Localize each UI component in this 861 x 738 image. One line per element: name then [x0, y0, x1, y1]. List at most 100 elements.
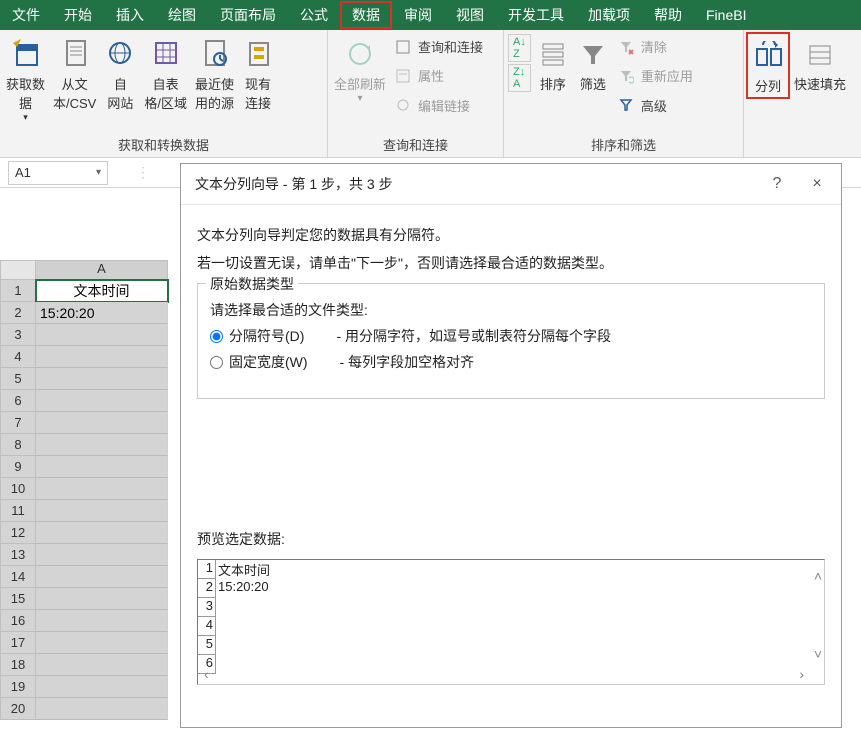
menu-FineBI[interactable]: FineBI: [694, 0, 758, 30]
properties-button[interactable]: 属性: [390, 64, 487, 87]
cell[interactable]: [36, 346, 168, 368]
row-header[interactable]: 5: [0, 368, 36, 390]
menu-文件[interactable]: 文件: [0, 0, 52, 30]
cell[interactable]: [36, 324, 168, 346]
cell[interactable]: [36, 676, 168, 698]
sort-desc-button[interactable]: Z↓A: [508, 64, 531, 92]
existing-connections-button-icon: [242, 34, 274, 74]
cell[interactable]: [36, 478, 168, 500]
menu-插入[interactable]: 插入: [104, 0, 156, 30]
cell[interactable]: [36, 456, 168, 478]
menu-绘图[interactable]: 绘图: [156, 0, 208, 30]
menu-视图[interactable]: 视图: [444, 0, 496, 30]
cell[interactable]: [36, 368, 168, 390]
row-header[interactable]: 2: [0, 302, 36, 324]
edit-links-button[interactable]: 编辑链接: [390, 94, 487, 117]
row-header[interactable]: 6: [0, 390, 36, 412]
name-box[interactable]: A1 ▾: [8, 161, 108, 185]
row-header[interactable]: 8: [0, 434, 36, 456]
sort-label: 排序: [540, 74, 566, 93]
preview-frame: 1文本时间215:20:203456 ˄ ˅ ‹ ›: [197, 559, 825, 685]
close-button[interactable]: ×: [807, 175, 827, 193]
row-header[interactable]: 19: [0, 676, 36, 698]
cell[interactable]: [36, 522, 168, 544]
menu-帮助[interactable]: 帮助: [642, 0, 694, 30]
cell[interactable]: [36, 434, 168, 456]
delimited-radio-input[interactable]: [210, 330, 223, 343]
cell[interactable]: [36, 654, 168, 676]
row-header[interactable]: 7: [0, 412, 36, 434]
sort-dialog-icon: [537, 34, 569, 74]
from-web-button[interactable]: 自网站: [100, 32, 140, 114]
column-header-a[interactable]: A: [36, 260, 168, 280]
cell[interactable]: [36, 588, 168, 610]
row-header[interactable]: 12: [0, 522, 36, 544]
row-header[interactable]: 1: [0, 280, 36, 302]
row-header[interactable]: 9: [0, 456, 36, 478]
sort-asc-button[interactable]: A↓Z: [508, 34, 531, 62]
from-text-csv-button[interactable]: 从文本/CSV: [49, 32, 100, 114]
from-table-range-button[interactable]: 自表格/区域: [140, 32, 191, 114]
scroll-down-icon[interactable]: ˅: [814, 646, 822, 662]
cell[interactable]: 15:20:20: [36, 302, 168, 324]
scroll-right-icon[interactable]: ›: [799, 666, 804, 682]
row-header[interactable]: 13: [0, 544, 36, 566]
original-data-type-fieldset: 原始数据类型 请选择最合适的文件类型: 分隔符号(D) - 用分隔字符，如逗号或…: [197, 283, 825, 399]
fixed-width-radio[interactable]: 固定宽度(W): [210, 352, 308, 372]
name-box-value: A1: [15, 165, 31, 180]
dialog-intro-1: 文本分列向导判定您的数据具有分隔符。: [197, 225, 825, 245]
menu-bar: 文件开始插入绘图页面布局公式数据审阅视图开发工具加载项帮助FineBI: [0, 0, 861, 30]
menu-开发工具[interactable]: 开发工具: [496, 0, 576, 30]
scroll-left-icon[interactable]: ‹: [204, 666, 209, 682]
row-header[interactable]: 14: [0, 566, 36, 588]
filter-label: 筛选: [580, 74, 606, 93]
get-data-button[interactable]: 获取数据▾: [2, 32, 49, 125]
row-header[interactable]: 11: [0, 500, 36, 522]
chevron-down-icon[interactable]: ▾: [96, 167, 101, 178]
advanced-button[interactable]: 高级: [613, 94, 697, 117]
scroll-up-icon[interactable]: ˄: [814, 568, 822, 584]
cell[interactable]: [36, 610, 168, 632]
text-to-columns-button[interactable]: 分列: [746, 32, 790, 99]
help-button[interactable]: ?: [767, 175, 787, 193]
select-all-corner[interactable]: [0, 260, 36, 280]
row-header[interactable]: 16: [0, 610, 36, 632]
cell[interactable]: [36, 566, 168, 588]
reapply-button[interactable]: 重新应用: [613, 64, 697, 87]
row-header[interactable]: 18: [0, 654, 36, 676]
clear-button[interactable]: 清除: [613, 35, 697, 58]
text-to-columns-icon: [752, 36, 784, 76]
sort-button[interactable]: 排序: [533, 32, 573, 95]
existing-connections-button[interactable]: 现有连接: [238, 32, 278, 114]
from-table-range-button-icon: [150, 34, 182, 74]
recent-sources-button[interactable]: 最近使用的源: [191, 32, 238, 114]
ribbon-group-label: 排序和筛选: [506, 133, 741, 157]
menu-公式[interactable]: 公式: [288, 0, 340, 30]
fieldset-subtitle: 请选择最合适的文件类型:: [210, 300, 812, 320]
cell[interactable]: [36, 412, 168, 434]
flash-fill-button[interactable]: 快速填充: [790, 32, 850, 95]
menu-数据[interactable]: 数据: [340, 1, 392, 29]
cell[interactable]: [36, 500, 168, 522]
cell[interactable]: [36, 544, 168, 566]
cell[interactable]: [36, 632, 168, 654]
row-header[interactable]: 3: [0, 324, 36, 346]
menu-页面布局[interactable]: 页面布局: [208, 0, 288, 30]
row-header[interactable]: 15: [0, 588, 36, 610]
fixed-width-radio-input[interactable]: [210, 356, 223, 369]
cell[interactable]: [36, 698, 168, 720]
row-header[interactable]: 20: [0, 698, 36, 720]
filter-button[interactable]: 筛选: [573, 32, 613, 95]
menu-开始[interactable]: 开始: [52, 0, 104, 30]
menu-审阅[interactable]: 审阅: [392, 0, 444, 30]
row-header[interactable]: 10: [0, 478, 36, 500]
cell[interactable]: 文本时间: [36, 280, 168, 302]
menu-加载项[interactable]: 加载项: [576, 0, 642, 30]
row-header[interactable]: 4: [0, 346, 36, 368]
ribbon: 获取数据▾从文本/CSV自网站自表格/区域最近使用的源现有连接 获取和转换数据 …: [0, 30, 861, 158]
delimited-radio[interactable]: 分隔符号(D): [210, 326, 304, 346]
refresh-all-button[interactable]: 全部刷新 ▾: [330, 32, 390, 106]
row-header[interactable]: 17: [0, 632, 36, 654]
queries-connections-button[interactable]: 查询和连接: [390, 35, 487, 58]
cell[interactable]: [36, 390, 168, 412]
